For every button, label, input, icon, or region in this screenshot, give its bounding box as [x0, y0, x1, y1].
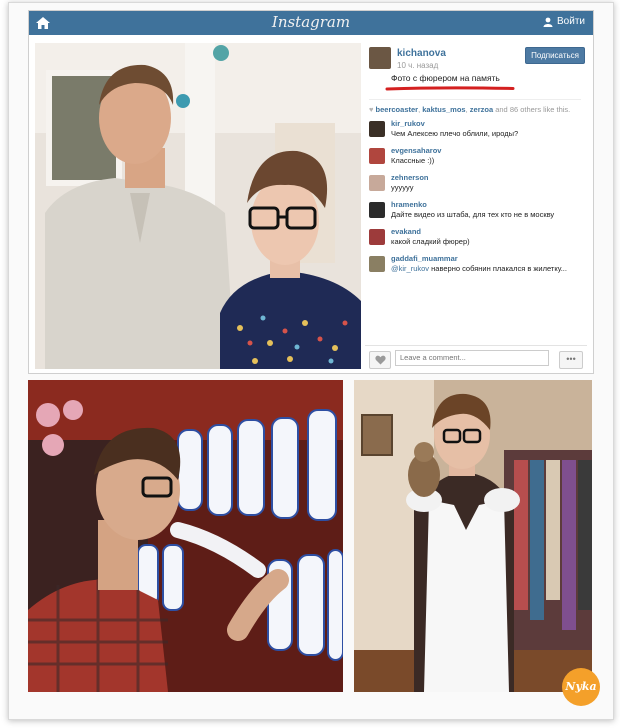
likes-rest: and 86 others like this. [495, 105, 571, 114]
comments-list: kir_rukov Чем Алексею плечо облили, ирод… [369, 119, 583, 281]
comment-input[interactable] [395, 350, 549, 366]
commenter-username[interactable]: hramenko [391, 200, 427, 209]
comment: zehnerson уууууу [369, 173, 583, 200]
comment-text-body: наверно собянин плакался в жилетку... [431, 264, 567, 273]
comment: kir_rukov Чем Алексею плечо облили, ирод… [369, 119, 583, 146]
post-actions: ••• [365, 345, 587, 370]
comment: hramenko Дайте видео из штаба, для тех к… [369, 200, 583, 227]
commenter-avatar[interactable] [369, 202, 385, 218]
like-user[interactable]: beercoaster [376, 105, 419, 114]
user-icon [543, 17, 553, 27]
instagram-logo: Instagram [271, 13, 351, 31]
heart-small-icon: ♥ [369, 105, 374, 114]
owner-avatar[interactable] [369, 47, 391, 69]
follow-button[interactable]: Подписаться [525, 47, 585, 64]
comment-text: уууууу [391, 183, 414, 192]
commenter-avatar[interactable] [369, 229, 385, 245]
like-button[interactable] [369, 351, 391, 369]
comment: evakand какой сладкий фюрер) [369, 227, 583, 254]
post-sidebar: kichanova 10 ч. назад Подписаться Фото с… [365, 43, 587, 369]
comment-text: Чем Алексею плечо облили, ироды? [391, 129, 519, 138]
comment-mention[interactable]: @kir_rukov [391, 264, 429, 273]
commenter-username[interactable]: evgensaharov [391, 146, 441, 155]
more-options-button[interactable]: ••• [559, 351, 583, 369]
commenter-username[interactable]: kir_rukov [391, 119, 425, 128]
owner-username[interactable]: kichanova [397, 48, 446, 59]
post-photo [35, 43, 361, 369]
red-underline-highlight [385, 86, 515, 91]
login-label: Войти [557, 16, 585, 27]
comment-text: @kir_rukov наверно собянин плакался в жи… [391, 264, 567, 273]
photo-uniform [354, 380, 592, 692]
instagram-header: Instagram Войти [29, 11, 593, 35]
comment-text: Дайте видео из штаба, для тех кто не в м… [391, 210, 555, 219]
login-button[interactable]: Войти [543, 16, 585, 27]
like-user[interactable]: kaktus_mos [422, 105, 465, 114]
post-caption: Фото с фюрером на память [391, 73, 500, 83]
instagram-post-card: Instagram Войти kichanova 10 ч. назад По… [28, 10, 594, 374]
comment: gaddafi_muammar @kir_rukov наверно собян… [369, 254, 583, 281]
comment: evgensaharov Классные :)) [369, 146, 583, 173]
logo-text: Nyka [565, 680, 597, 693]
like-user[interactable]: zerzoa [470, 105, 493, 114]
comment-text: Классные :)) [391, 156, 435, 165]
photo-porcelain-shop [28, 380, 343, 692]
site-watermark-logo: Nyka [562, 668, 600, 706]
commenter-username[interactable]: gaddafi_muammar [391, 254, 458, 263]
commenter-avatar[interactable] [369, 175, 385, 191]
commenter-avatar[interactable] [369, 256, 385, 272]
likes-line: ♥ beercoaster, kaktus_mos, zerzoa and 86… [369, 99, 581, 114]
heart-icon [374, 355, 386, 365]
commenter-username[interactable]: zehnerson [391, 173, 429, 182]
commenter-avatar[interactable] [369, 121, 385, 137]
commenter-avatar[interactable] [369, 148, 385, 164]
post-timestamp: 10 ч. назад [397, 61, 439, 70]
comment-text: какой сладкий фюрер) [391, 237, 470, 246]
commenter-username[interactable]: evakand [391, 227, 421, 236]
